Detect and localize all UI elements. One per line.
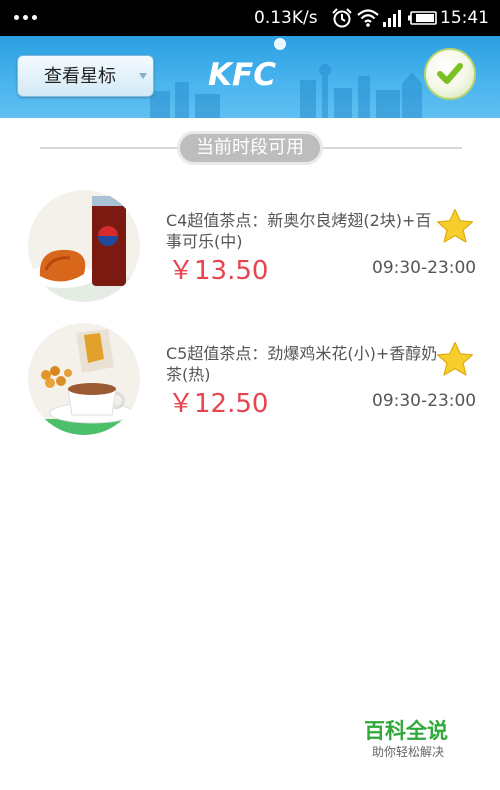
kfc-logo: KFC — [208, 57, 276, 92]
coupon-item[interactable]: C4超值茶点：新奥尔良烤翅(2块)+百事可乐(中) ￥13.50 09:30-2… — [0, 190, 500, 310]
star-icon[interactable] — [436, 341, 474, 377]
network-speed: 0.13K/s — [254, 8, 318, 28]
clock: 15:41 — [440, 8, 489, 28]
wifi-icon — [357, 9, 379, 27]
svg-text:KFC: KFC — [208, 57, 276, 92]
section-label: 当前时段可用 — [177, 131, 323, 165]
star-icon[interactable] — [436, 208, 474, 244]
item-title: C4超值茶点：新奥尔良烤翅(2块)+百事可乐(中) — [166, 211, 432, 251]
alarm-icon — [332, 8, 352, 28]
product-image-wings-pepsi — [28, 190, 140, 302]
watermark-subtitle: 助你轻松解决 — [372, 745, 445, 759]
app-header: 查看星标 KFC — [0, 36, 500, 118]
confirm-button[interactable] — [424, 48, 476, 100]
status-bar: 0.13K/s 15:41 — [0, 0, 500, 36]
watermark-title: 百科全说 — [364, 719, 448, 743]
view-starred-button[interactable]: 查看星标 — [17, 55, 154, 97]
check-icon — [437, 63, 463, 84]
item-hours: 09:30-23:00 — [372, 258, 477, 278]
product-image-popcorn-chicken-milk-tea — [28, 323, 140, 435]
section-divider-right — [320, 147, 462, 149]
signal-icon — [383, 10, 401, 27]
item-hours: 09:30-23:00 — [372, 391, 477, 411]
dropdown-caret-icon — [139, 73, 147, 79]
more-dots-icon — [14, 15, 38, 21]
view-starred-label: 查看星标 — [44, 66, 116, 87]
coupon-item[interactable]: C5超值茶点：劲爆鸡米花(小)+香醇奶茶(热) ￥12.50 09:30-23:… — [0, 323, 500, 443]
battery-icon — [408, 11, 437, 25]
item-price: ￥12.50 — [168, 389, 269, 419]
section-divider-left — [40, 147, 180, 149]
item-title: C5超值茶点：劲爆鸡米花(小)+香醇奶茶(热) — [166, 344, 438, 384]
item-price: ￥13.50 — [168, 256, 269, 286]
